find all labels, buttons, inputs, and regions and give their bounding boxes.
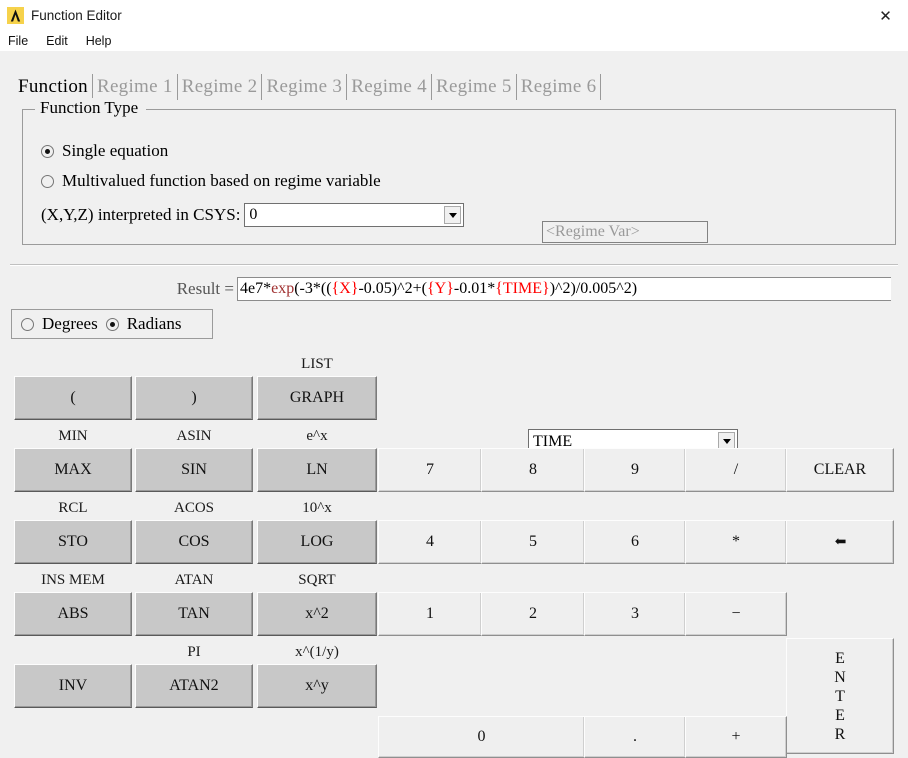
shift-label-min: MIN [58,428,88,444]
shift-label-exp: e^x [306,428,328,444]
button-divide[interactable]: / [685,448,787,492]
shift-label-rcl: RCL [58,500,88,516]
button-x-squared[interactable]: x^2 [257,592,377,636]
backspace-icon[interactable]: ⬅ [786,520,894,564]
button-multiply[interactable]: * [685,520,787,564]
window-title: Function Editor [31,8,122,23]
shift-label-ins-mem: INS MEM [41,572,105,588]
title-bar: Function Editor ✕ [0,0,908,31]
button-plus[interactable]: + [685,716,787,758]
button-0[interactable]: 0 [378,716,585,758]
button-6[interactable]: 6 [584,520,686,564]
button-graph[interactable]: GRAPH [257,376,377,420]
button-7[interactable]: 7 [378,448,482,492]
button-sto[interactable]: STO [14,520,132,564]
shift-label-asin: ASIN [176,428,212,444]
button-sin[interactable]: SIN [135,448,253,492]
enter-letter-e2: E [835,706,845,724]
menu-item-help[interactable]: Help [86,34,120,48]
enter-letter-n: N [834,668,846,686]
button-5[interactable]: 5 [481,520,585,564]
button-decimal[interactable]: . [584,716,686,758]
button-1[interactable]: 1 [378,592,482,636]
main-content: Function Regime 1 Regime 2 Regime 3 Regi… [0,51,908,758]
close-icon[interactable]: ✕ [863,0,908,31]
button-atan2[interactable]: ATAN2 [135,664,253,708]
keypad: LIST MIN ASIN e^x RCL ACOS 10^x INS MEM … [0,51,908,758]
button-enter[interactable]: E N T E R [786,638,894,754]
button-minus[interactable]: − [685,592,787,636]
button-max[interactable]: MAX [14,448,132,492]
button-8[interactable]: 8 [481,448,585,492]
shift-label-sqrt: SQRT [298,572,336,588]
button-clear[interactable]: CLEAR [786,448,894,492]
shift-label-ten-x: 10^x [302,500,332,516]
button-tan[interactable]: TAN [135,592,253,636]
shift-label-acos: ACOS [173,500,214,516]
button-close-paren[interactable]: ) [135,376,253,420]
shift-label-pi: PI [187,644,201,660]
shift-label-atan: ATAN [174,572,214,588]
menu-bar: File Edit Help [0,31,908,51]
button-4[interactable]: 4 [378,520,482,564]
button-cos[interactable]: COS [135,520,253,564]
button-log[interactable]: LOG [257,520,377,564]
menu-item-file[interactable]: File [8,34,36,48]
button-x-pow-y[interactable]: x^y [257,664,377,708]
button-abs[interactable]: ABS [14,592,132,636]
button-2[interactable]: 2 [481,592,585,636]
shift-label-x-root: x^(1/y) [295,644,339,660]
button-3[interactable]: 3 [584,592,686,636]
button-9[interactable]: 9 [584,448,686,492]
enter-letter-e: E [835,649,845,667]
enter-letter-r: R [834,725,846,743]
menu-item-edit[interactable]: Edit [46,34,76,48]
button-inv[interactable]: INV [14,664,132,708]
button-open-paren[interactable]: ( [14,376,132,420]
enter-letter-t: T [835,687,845,705]
button-ln[interactable]: LN [257,448,377,492]
lambda-icon [7,7,24,24]
shift-label-list: LIST [301,356,333,372]
